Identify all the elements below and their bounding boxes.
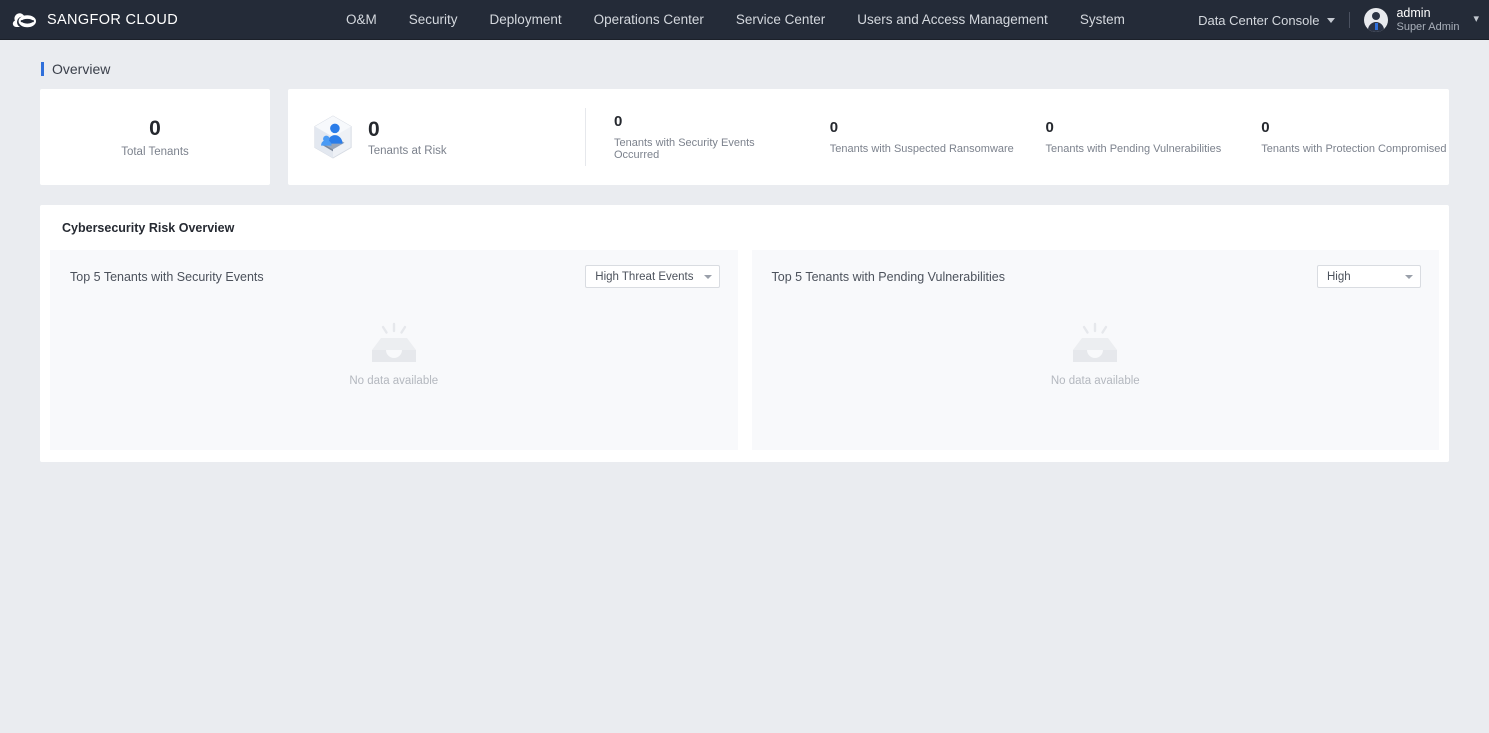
chevron-down-icon: ▾ xyxy=(1473,13,1479,26)
panel-title-security-events: Top 5 Tenants with Security Events xyxy=(70,269,264,284)
cybersecurity-risk-overview-card: Cybersecurity Risk Overview Top 5 Tenant… xyxy=(40,205,1449,462)
user-info: admin Super Admin xyxy=(1396,6,1459,33)
kpi-pending-vulnerabilities: 0 Tenants with Pending Vulnerabilities xyxy=(1018,119,1234,156)
brand-name: SANGFOR CLOUD xyxy=(47,11,179,28)
nav-item-om[interactable]: O&M xyxy=(330,0,393,40)
user-name: admin xyxy=(1396,6,1431,21)
user-menu[interactable]: admin Super Admin ▾ xyxy=(1364,6,1479,33)
page-body: Overview 0 Total Tenants 0 Tenants at Ri… xyxy=(0,40,1489,462)
nav-item-system[interactable]: System xyxy=(1064,0,1141,40)
cloud-logo-icon xyxy=(12,12,37,27)
security-events-filter-value: High Threat Events xyxy=(595,270,694,283)
page-title-row: Overview xyxy=(0,40,1489,80)
tenant-risk-hex-icon xyxy=(314,115,352,159)
total-tenants-label: Total Tenants xyxy=(121,146,189,159)
sub-kpi-group: 0 Tenants with Security Events Occurred … xyxy=(586,89,1449,185)
nav-item-operations-center[interactable]: Operations Center xyxy=(578,0,720,40)
kpi-security-events-value: 0 xyxy=(614,112,623,130)
panel-top5-pending-vulnerabilities: Top 5 Tenants with Pending Vulnerabiliti… xyxy=(751,250,1440,450)
kpi-suspected-ransomware: 0 Tenants with Suspected Ransomware xyxy=(802,119,1018,156)
total-tenants-value: 0 xyxy=(149,116,161,140)
chevron-down-icon xyxy=(703,274,712,279)
topbar-divider xyxy=(1349,12,1351,28)
user-avatar-icon xyxy=(1364,7,1389,32)
risk-summary-card: 0 Tenants at Risk 0 Tenants with Securit… xyxy=(288,89,1449,185)
page-title: Overview xyxy=(52,61,111,77)
page-content: 0 Total Tenants 0 Tenants at Risk 0 Tena… xyxy=(0,89,1489,462)
empty-state-text: No data available xyxy=(1050,375,1140,387)
empty-state-text: No data available xyxy=(349,375,439,387)
kpi-pending-vulnerabilities-label: Tenants with Pending Vulnerabilities xyxy=(1045,143,1222,156)
console-switcher-label: Data Center Console xyxy=(1198,12,1320,28)
kpi-row: 0 Total Tenants 0 Tenants at Risk 0 Tena… xyxy=(40,89,1449,185)
total-tenants-card: 0 Total Tenants xyxy=(40,89,270,185)
panel-head: Top 5 Tenants with Pending Vulnerabiliti… xyxy=(752,250,1440,288)
panel-title-pending-vulnerabilities: Top 5 Tenants with Pending Vulnerabiliti… xyxy=(771,269,1005,284)
nav-item-security[interactable]: Security xyxy=(393,0,474,40)
nav-item-deployment[interactable]: Deployment xyxy=(474,0,578,40)
tenants-at-risk-text: 0 Tenants at Risk xyxy=(368,117,447,157)
kpi-suspected-ransomware-value: 0 xyxy=(829,118,839,136)
tenants-at-risk-label: Tenants at Risk xyxy=(368,145,447,158)
panel-top5-security-events: Top 5 Tenants with Security Events High … xyxy=(50,250,738,450)
main-nav: O&M Security Deployment Operations Cente… xyxy=(330,0,1141,40)
kpi-protection-compromised-label: Tenants with Protection Compromised xyxy=(1261,143,1447,156)
tenants-at-risk-block: 0 Tenants at Risk xyxy=(288,89,585,185)
kpi-security-events: 0 Tenants with Security Events Occurred xyxy=(586,113,802,162)
security-events-filter-select[interactable]: High Threat Events xyxy=(585,265,720,288)
brand-logo-area[interactable]: SANGFOR CLOUD xyxy=(0,10,330,30)
tenants-at-risk-value: 0 xyxy=(368,117,380,141)
panel-head: Top 5 Tenants with Security Events High … xyxy=(50,250,738,288)
kpi-suspected-ransomware-label: Tenants with Suspected Ransomware xyxy=(829,143,1014,156)
kpi-protection-compromised-value: 0 xyxy=(1261,118,1270,136)
kpi-security-events-label: Tenants with Security Events Occurred xyxy=(614,137,755,162)
page-title-accent-bar xyxy=(41,62,44,76)
kpi-protection-compromised: 0 Tenants with Protection Compromised xyxy=(1233,119,1449,156)
empty-inbox-icon xyxy=(1073,322,1118,362)
chevron-down-icon xyxy=(1405,274,1413,279)
empty-state-security-events: No data available xyxy=(50,322,738,387)
user-role: Super Admin xyxy=(1396,20,1460,33)
kpi-pending-vulnerabilities-value: 0 xyxy=(1045,118,1054,136)
vulnerability-severity-filter-value: High xyxy=(1327,270,1351,283)
nav-item-users-and-access-management[interactable]: Users and Access Management xyxy=(841,0,1064,40)
topbar-right-group: Data Center Console admin Super Admin ▾ xyxy=(1198,0,1479,40)
vulnerability-severity-filter-select[interactable]: High xyxy=(1317,265,1421,288)
top-navigation-bar: SANGFOR CLOUD O&M Security Deployment Op… xyxy=(0,0,1489,40)
cybersecurity-risk-overview-title: Cybersecurity Risk Overview xyxy=(62,221,235,235)
chevron-down-icon xyxy=(1327,17,1336,23)
nav-item-service-center[interactable]: Service Center xyxy=(720,0,841,40)
empty-state-pending-vulnerabilities: No data available xyxy=(752,322,1440,387)
cybersecurity-panels: Top 5 Tenants with Security Events High … xyxy=(50,250,1439,450)
empty-inbox-icon xyxy=(371,322,416,362)
console-switcher[interactable]: Data Center Console xyxy=(1198,12,1336,28)
